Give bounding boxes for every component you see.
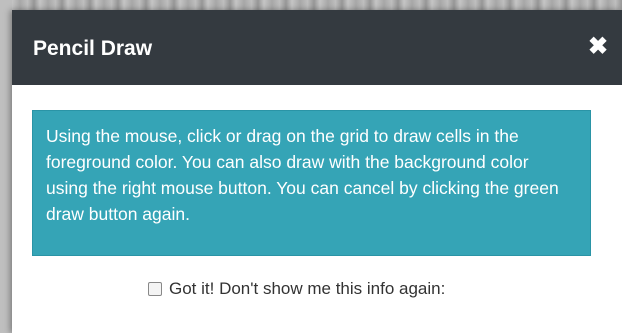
info-alert: Using the mouse, click or drag on the gr… [32, 110, 591, 256]
background-page-strip [0, 0, 622, 10]
dont-show-again-row[interactable]: Got it! Don't show me this info again: [148, 278, 445, 300]
background-page-edge [0, 0, 12, 333]
info-text: Using the mouse, click or drag on the gr… [46, 126, 559, 224]
close-button[interactable]: ✖ [586, 34, 610, 60]
close-icon: ✖ [587, 33, 609, 60]
dont-show-again-label[interactable]: Got it! Don't show me this info again: [169, 278, 445, 300]
dialog-header: Pencil Draw ✖ [12, 10, 622, 85]
dialog-title: Pencil Draw [33, 37, 153, 60]
dont-show-again-checkbox[interactable] [148, 282, 162, 296]
pencil-draw-dialog: Pencil Draw ✖ Using the mouse, click or … [12, 10, 622, 333]
